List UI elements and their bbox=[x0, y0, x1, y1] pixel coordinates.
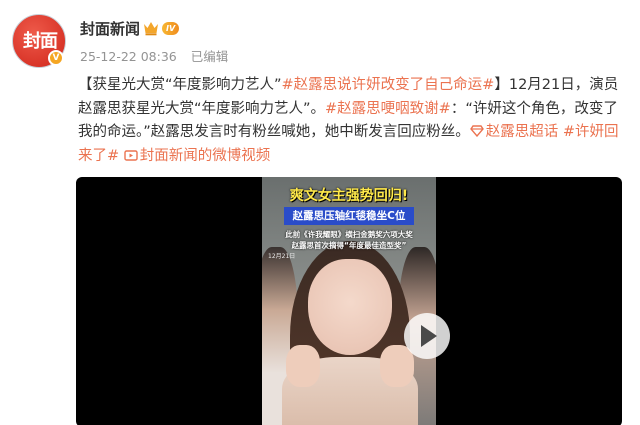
video-caption-title: 爽文女主强势回归! bbox=[289, 188, 409, 204]
video-frame: 爽文女主强势回归! 赵露思压轴红毯稳坐C位 此前《许我耀眼》横扫金鹅奖六项大奖 … bbox=[262, 177, 436, 425]
video-caption-box: 赵露思压轴红毯稳坐C位 bbox=[284, 207, 414, 225]
super-topic-link[interactable]: 赵露思超话 bbox=[469, 124, 559, 140]
video-icon bbox=[124, 149, 138, 161]
hand bbox=[286, 345, 320, 387]
verified-badge-icon: V bbox=[48, 50, 64, 66]
post-timestamp[interactable]: 25-12-22 08:36 bbox=[80, 49, 177, 64]
video-caption-date: 12月21日 bbox=[268, 253, 296, 260]
video-source-link[interactable]: 封面新闻的微博视频 bbox=[124, 147, 271, 164]
video-source-label: 封面新闻的微博视频 bbox=[139, 147, 271, 164]
person-hands bbox=[282, 345, 418, 387]
edited-label[interactable]: 已编辑 bbox=[191, 49, 229, 64]
author-name[interactable]: 封面新闻 bbox=[80, 18, 140, 39]
author-badges: IV bbox=[142, 20, 180, 36]
video-caption-line: 此前《许我耀眼》横扫金鹅奖六项大奖 bbox=[285, 230, 413, 239]
video-player[interactable]: 爽文女主强势回归! 赵露思压轴红毯稳坐C位 此前《许我耀眼》横扫金鹅奖六项大奖 … bbox=[76, 177, 622, 425]
hashtag-link[interactable]: #赵露思说许妍改变了自己命运# bbox=[282, 77, 495, 93]
post-meta: 25-12-22 08:36 已编辑 bbox=[80, 46, 228, 65]
text-segment: 【获星光大赏“年度影响力艺人” bbox=[78, 77, 282, 93]
level-badge: IV bbox=[162, 21, 180, 35]
play-icon bbox=[421, 325, 437, 347]
crown-icon bbox=[144, 22, 158, 36]
hashtag-link[interactable]: #赵露思哽咽致谢# bbox=[325, 101, 451, 117]
diamond-icon bbox=[469, 125, 484, 137]
super-topic-label: 赵露思超话 bbox=[485, 124, 559, 140]
video-caption-line: 赵露思首次摘得“年度最佳造型奖” bbox=[291, 241, 407, 250]
post-text: 【获星光大赏“年度影响力艺人”#赵露思说许妍改变了自己命运#】12月21日，演员… bbox=[78, 74, 626, 168]
person-face bbox=[308, 259, 392, 355]
play-button[interactable] bbox=[404, 313, 450, 359]
